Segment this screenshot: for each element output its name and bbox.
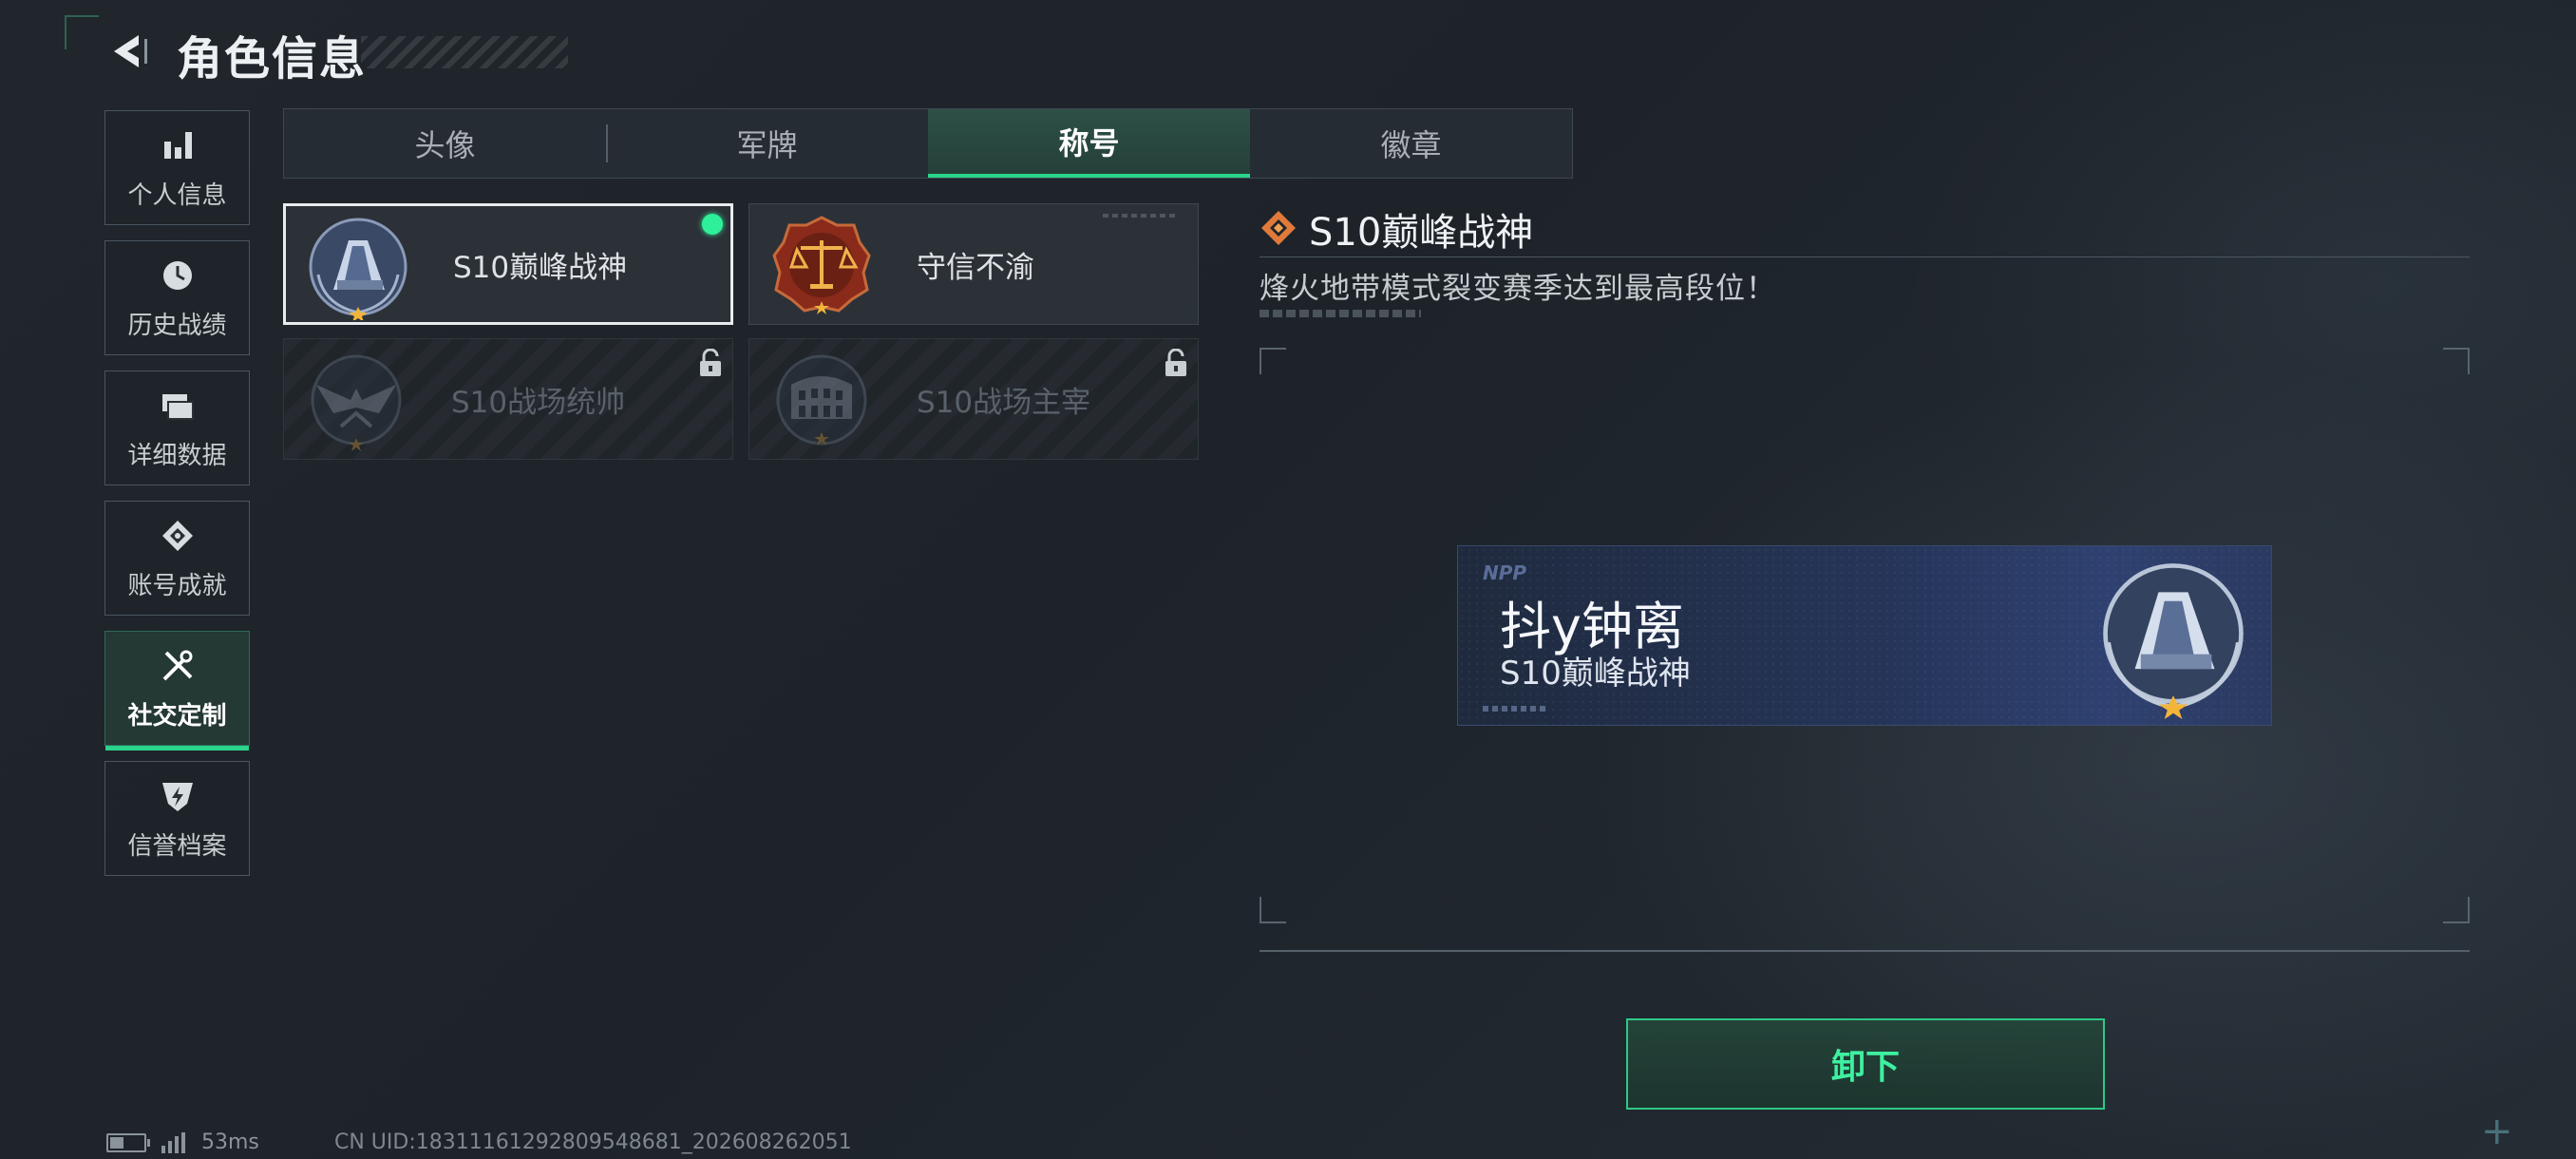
page-title: 角色信息 [177, 32, 368, 86]
tab-title[interactable]: 称号 [928, 109, 1250, 178]
summit-emblem-icon [2103, 563, 2244, 719]
sidebar-item-label: 详细数据 [127, 442, 227, 470]
title-card-s10-peak-war-god[interactable]: S10巅峰战神 [283, 203, 733, 325]
detail-description: 烽火地带模式裂变赛季达到最高段位！ [1260, 272, 1776, 306]
signal-icon [161, 1131, 185, 1153]
equipped-indicator [702, 214, 723, 235]
tab-bar: 头像 军牌 称号 徽章 [283, 108, 1573, 179]
detail-decoration [1260, 310, 1421, 317]
tab-badge[interactable]: 徽章 [1250, 109, 1572, 178]
tab-dog-tag[interactable]: 军牌 [606, 109, 928, 178]
ping-value: 53ms [201, 1130, 259, 1154]
sidebar-item-label: 账号成就 [127, 572, 227, 600]
banner-logo: NPP [1483, 561, 1527, 584]
plus-icon: + [2481, 1110, 2513, 1153]
banner-title: S10巅峰战神 [1500, 655, 1691, 693]
diamond-icon [1261, 211, 1296, 245]
achievement-icon [157, 515, 199, 557]
eagle-emblem-icon [311, 354, 402, 451]
sidebar-item-achievements[interactable]: 账号成就 [104, 501, 250, 616]
battery-icon [106, 1132, 150, 1152]
corner-decoration [65, 15, 99, 49]
shield-bolt-icon [157, 775, 199, 817]
sidebar-item-personal-info[interactable]: 个人信息 [104, 110, 250, 225]
lock-icon [1165, 349, 1186, 376]
title-card-label: S10战场主宰 [917, 385, 1091, 420]
colosseum-emblem-icon [776, 354, 867, 446]
card-decoration [1103, 214, 1179, 218]
unequip-button[interactable]: 卸下 [1626, 1018, 2105, 1110]
scales-emblem-icon [772, 216, 871, 314]
sidebar-item-credit-record[interactable]: 信誉档案 [104, 761, 250, 876]
tab-avatar[interactable]: 头像 [284, 109, 606, 178]
banner-decoration [1483, 706, 1549, 712]
bar-chart-icon [157, 124, 199, 166]
clock-icon [157, 255, 199, 296]
sidebar-item-history[interactable]: 历史战绩 [104, 240, 250, 355]
sidebar-item-social-custom[interactable]: 社交定制 [104, 631, 250, 750]
title-card-keep-faith[interactable]: 守信不渝 [748, 203, 1199, 325]
header-decoration [361, 36, 568, 68]
sidebar-item-label: 历史战绩 [127, 312, 227, 340]
back-arrow-icon [114, 35, 147, 67]
title-card-label: S10战场统帅 [451, 385, 626, 420]
folders-icon [157, 385, 199, 427]
sidebar: 个人信息 历史战绩 详细数据 账号成就 社交定制 信誉档案 [104, 110, 252, 891]
title-card-s10-battlefield-dominator[interactable]: S10战场主宰 [748, 338, 1199, 460]
status-bar: 53ms [106, 1130, 259, 1154]
uid-text: CN UID:18311161292809548681_202608262051 [334, 1130, 852, 1154]
title-banner-preview: NPP 抖y钟离 S10巅峰战神 [1457, 545, 2272, 726]
back-button[interactable] [104, 27, 152, 76]
tools-icon [157, 645, 199, 687]
title-card-label: S10巅峰战神 [453, 250, 628, 285]
title-card-s10-battlefield-commander[interactable]: S10战场统帅 [283, 338, 733, 460]
sidebar-item-label: 个人信息 [127, 181, 227, 210]
sidebar-item-label: 社交定制 [127, 702, 227, 731]
title-card-label: 守信不渝 [917, 250, 1034, 285]
sidebar-item-label: 信誉档案 [127, 832, 227, 861]
divider [1260, 950, 2470, 952]
detail-title: S10巅峰战神 [1309, 211, 1534, 255]
summit-emblem-icon [309, 218, 407, 320]
sidebar-item-detailed-data[interactable]: 详细数据 [104, 370, 250, 485]
lock-icon [700, 349, 721, 376]
divider [1260, 256, 2470, 257]
